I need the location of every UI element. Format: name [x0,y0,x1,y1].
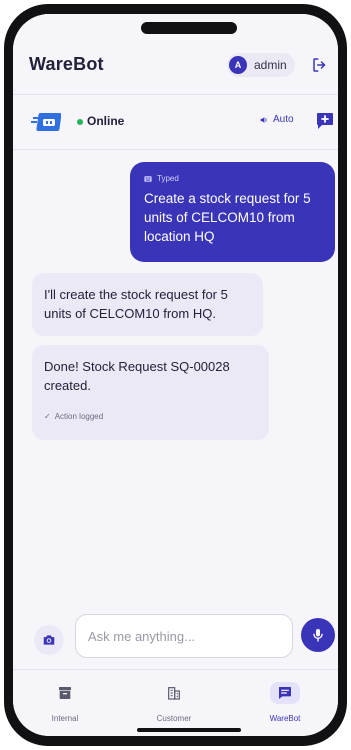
app-screen: WareBot A admin Online Auto Typed Create… [13,14,338,736]
logout-icon [313,58,326,72]
phone-frame: WareBot A admin Online Auto Typed Create… [4,4,347,746]
archive-box-icon [59,687,71,699]
auto-label: Auto [273,114,294,125]
user-message: Typed Create a stock request for 5 units… [130,162,335,262]
bot-message: I'll create the stock request for 5 unit… [32,273,263,336]
chat-icon [279,687,291,699]
building-icon [168,687,180,700]
nav-item-customer[interactable]: Customer [129,682,219,723]
bot-message-text: I'll create the stock request for 5 unit… [44,287,228,321]
nav-label-internal: Internal [51,714,79,723]
check-icon: ✓ [44,412,51,421]
action-logged-label: Action logged [54,412,104,421]
phone-notch [141,22,237,34]
user-name: admin [254,58,287,72]
action-logged-note: ✓ Action logged [44,407,257,426]
nav-item-internal[interactable]: Internal [20,682,110,723]
online-status-label: Online [87,114,125,128]
bot-message: Done! Stock Request SQ-00028 created. ✓ … [32,345,269,440]
bot-message-text: Done! Stock Request SQ-00028 created. [44,359,230,393]
microphone-icon [313,629,323,642]
new-chat-button[interactable] [315,111,335,131]
camera-icon [43,635,55,645]
nav-label-warebot: WareBot [269,714,301,723]
user-chip[interactable]: A admin [227,53,295,77]
nav-item-warebot[interactable]: WareBot [240,682,330,723]
camera-button[interactable] [34,625,64,655]
chat-input[interactable] [75,614,293,658]
typed-tag: Typed [144,174,321,183]
status-divider [13,149,338,150]
nav-label-customer: Customer [156,714,192,723]
auto-voice-toggle[interactable]: Auto [259,114,294,125]
avatar: A [229,56,247,74]
mic-button[interactable] [301,618,335,652]
logout-button[interactable] [309,54,331,76]
app-title: WareBot [29,54,104,74]
keyboard-icon [144,175,152,182]
speaker-icon [260,116,267,123]
new-chat-icon [317,113,333,129]
warebot-logo-icon [31,113,61,131]
bottom-nav: Internal Customer WareBot [13,670,338,736]
home-indicator [137,728,241,732]
status-bar: Online Auto [13,95,338,149]
typed-tag-label: Typed [157,174,179,183]
user-message-text: Create a stock request for 5 units of CE… [144,191,311,244]
online-status-dot [77,119,83,125]
